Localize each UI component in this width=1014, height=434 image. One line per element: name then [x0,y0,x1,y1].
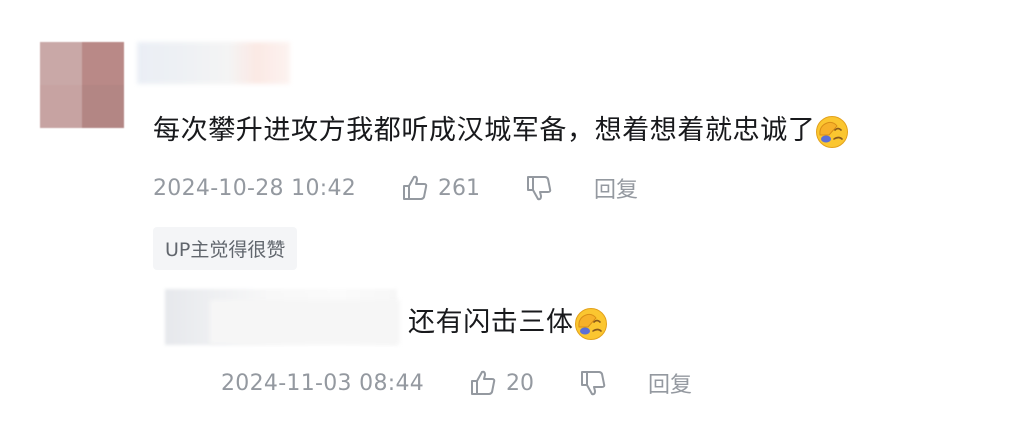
reply-like-count: 20 [506,370,535,396]
reply-like-button[interactable]: 20 [468,368,534,398]
like-count: 261 [438,175,481,201]
username-redacted[interactable] [137,42,290,84]
comment-meta: 2024-10-28 10:42 261 回复 [153,172,638,204]
reply-reply-button[interactable]: 回复 [648,367,692,399]
facepalm-emoji-icon [815,115,849,149]
up-liked-badge: UP主觉得很赞 [153,227,298,270]
reply-username-redacted-2 [210,300,400,344]
avatar[interactable] [40,42,124,128]
reply-dislike-button[interactable] [578,368,608,398]
thumbs-down-icon [578,368,608,398]
dislike-button[interactable] [524,173,554,203]
comment-section: 每次攀升进攻方我都听成汉城军备，想着想着就忠诚了 2024-10-28 10:4… [0,0,1014,434]
reply-time: 2024-11-03 08:44 [221,370,425,396]
thumbs-up-icon [400,173,430,203]
thumbs-up-icon [468,368,498,398]
reply-meta: 2024-11-03 08:44 20 回复 [221,367,692,399]
reply-button[interactable]: 回复 [594,172,638,204]
like-button[interactable]: 261 [400,173,480,203]
reply-text: 还有闪击三体 [408,300,608,341]
comment-time: 2024-10-28 10:42 [153,175,357,201]
facepalm-emoji-icon [574,307,608,341]
comment-text: 每次攀升进攻方我都听成汉城军备，想着想着就忠诚了 [153,108,849,149]
comment-body: 每次攀升进攻方我都听成汉城军备，想着想着就忠诚了 [153,115,816,146]
reply-body: 还有闪击三体 [408,307,574,338]
thumbs-down-icon [524,173,554,203]
